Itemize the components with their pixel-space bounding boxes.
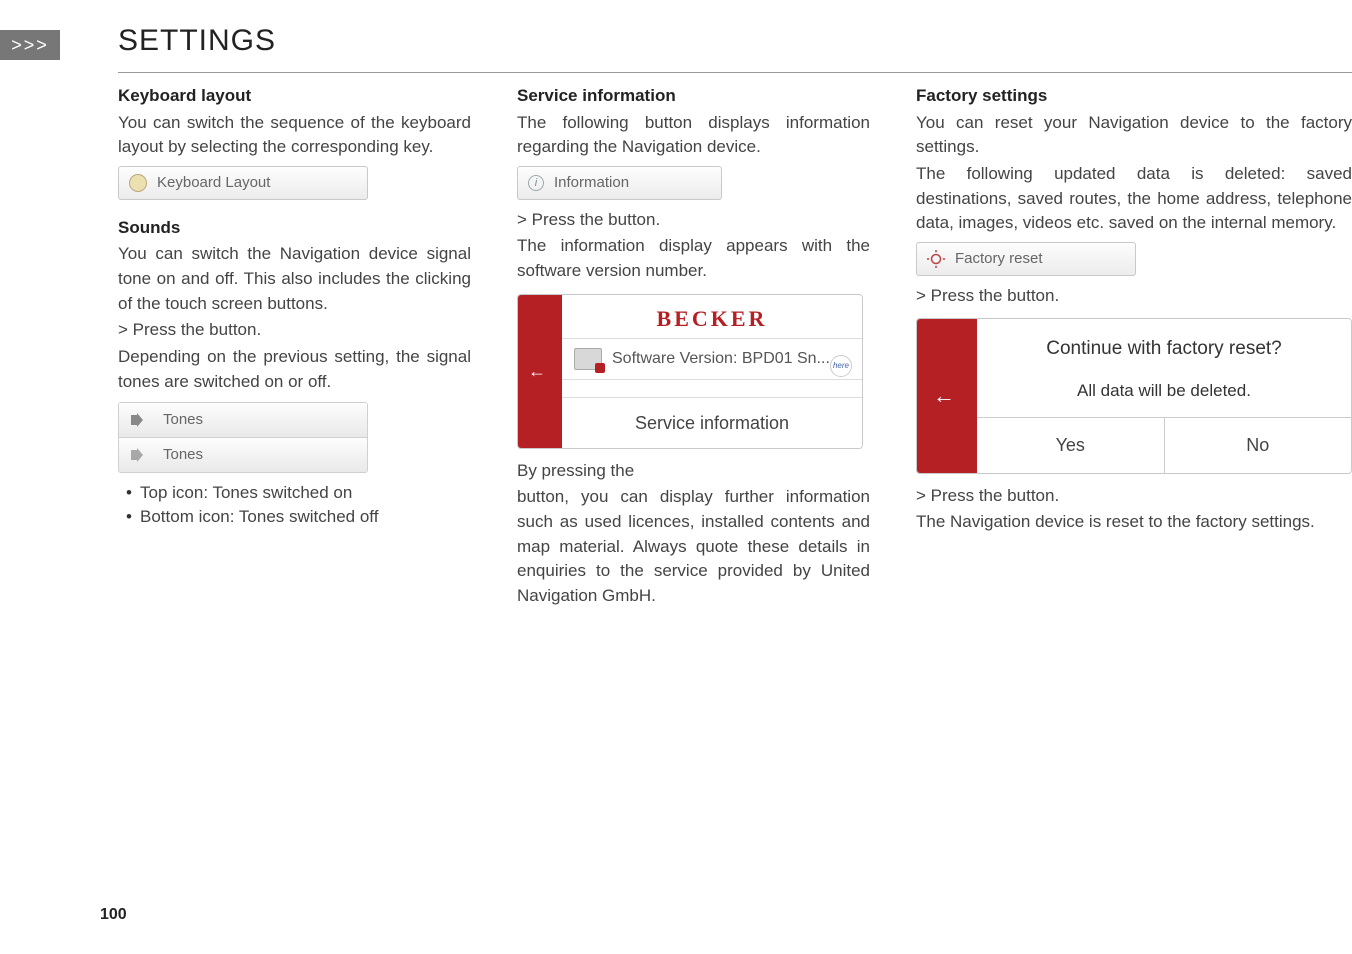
service-step-1: > Press the button. <box>517 208 870 233</box>
page-number: 100 <box>100 906 127 924</box>
factory-settings-heading: Factory settings <box>916 84 1352 109</box>
globe-icon <box>129 174 147 192</box>
column-3: Factory settings You can reset your Navi… <box>916 80 1352 611</box>
tones-on-button[interactable]: Tones <box>119 403 367 437</box>
back-bar[interactable] <box>518 295 562 448</box>
service-info-panel: BECKER Software Version: BPD01 Sn... her… <box>517 294 863 449</box>
yes-button[interactable]: Yes <box>977 418 1164 472</box>
keyboard-layout-text: You can switch the sequence of the keybo… <box>118 111 471 160</box>
factory-text-2: The following updated data is deleted: s… <box>916 162 1352 236</box>
factory-text-3: The Navigation device is reset to the fa… <box>916 510 1352 535</box>
speaker-on-icon <box>131 413 151 427</box>
software-version-text: Software Version: BPD01 Sn... <box>612 347 830 370</box>
factory-text-1: You can reset your Navigation device to … <box>916 111 1352 160</box>
keyboard-layout-button-label: Keyboard Layout <box>157 172 270 194</box>
tones-off-button[interactable]: Tones <box>119 437 367 472</box>
service-text-3a: By pressing the <box>517 459 870 484</box>
tones-on-label: Tones <box>163 409 203 431</box>
dialog-message: All data will be deleted. <box>977 369 1351 419</box>
bullet-tones-off: Bottom icon: Tones switched off <box>126 505 471 530</box>
page-title: SETTINGS <box>118 24 276 58</box>
factory-reset-dialog: Continue with factory reset? All data wi… <box>916 318 1352 473</box>
dialog-question: Continue with factory reset? <box>977 319 1351 369</box>
factory-step-2: > Press the button. <box>916 484 1352 509</box>
no-button[interactable]: No <box>1164 418 1352 472</box>
service-spacer <box>562 379 862 397</box>
chevrons-badge: >>> <box>0 30 60 60</box>
information-button-label: Information <box>554 172 629 194</box>
service-text-2: The information display appears with the… <box>517 234 870 283</box>
tones-buttons: Tones Tones <box>118 402 368 473</box>
service-information-footer-button[interactable]: Service information <box>562 397 862 448</box>
info-icon: i <box>528 175 544 191</box>
becker-logo: BECKER <box>562 295 862 339</box>
keyboard-layout-heading: Keyboard layout <box>118 84 471 109</box>
column-1: Keyboard layout You can switch the seque… <box>118 80 471 611</box>
keyboard-layout-button[interactable]: Keyboard Layout <box>118 166 368 200</box>
factory-reset-button[interactable]: Factory reset <box>916 242 1136 276</box>
sounds-heading: Sounds <box>118 216 471 241</box>
dialog-back-bar[interactable] <box>917 319 977 472</box>
factory-reset-button-label: Factory reset <box>955 248 1043 270</box>
bullet-tones-on: Top icon: Tones switched on <box>126 481 471 506</box>
maps-icon <box>574 348 602 370</box>
sounds-text: You can switch the Navigation device sig… <box>118 242 471 316</box>
information-button[interactable]: i Information <box>517 166 722 200</box>
service-info-heading: Service information <box>517 84 870 109</box>
sounds-step: > Press the button. <box>118 318 471 343</box>
software-version-row[interactable]: Software Version: BPD01 Sn... here <box>562 338 862 378</box>
speaker-off-icon <box>131 448 151 462</box>
header-rule <box>118 72 1352 73</box>
factory-step-1: > Press the button. <box>916 284 1352 309</box>
here-badge-icon: here <box>830 355 852 377</box>
service-info-text: The following button displays informatio… <box>517 111 870 160</box>
tones-off-label: Tones <box>163 444 203 466</box>
sounds-text-2: Depending on the previous setting, the s… <box>118 345 471 394</box>
column-2: Service information The following button… <box>517 80 870 611</box>
gear-reset-icon <box>927 250 945 268</box>
service-text-3b: button, you can display further informat… <box>517 485 870 608</box>
